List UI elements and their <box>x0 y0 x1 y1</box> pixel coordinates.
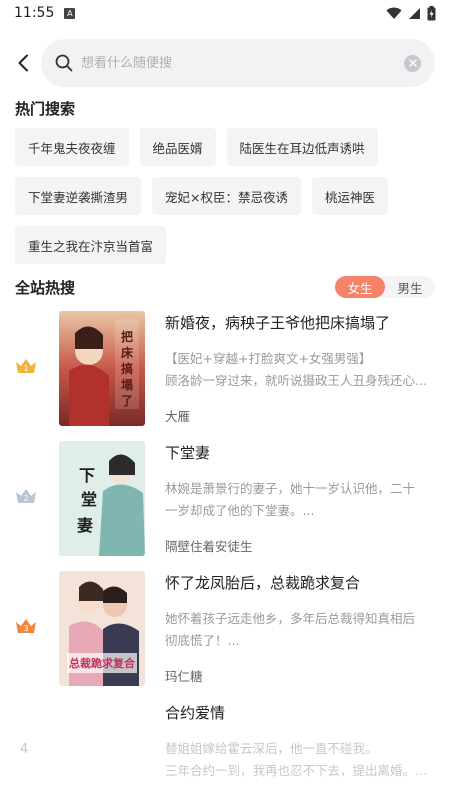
search-input[interactable] <box>81 55 404 71</box>
rank-number: 1 <box>23 364 28 373</box>
rank-2-badge: 2 <box>14 486 38 506</box>
book-desc-line: 【医妃+穿越+打脸爽文+女强男强】 <box>165 351 372 366</box>
gender-female-tab[interactable]: 女生 <box>335 276 385 298</box>
rank-3-badge: 3 <box>14 616 38 636</box>
clear-button[interactable] <box>404 54 421 72</box>
svg-text:塌: 塌 <box>121 377 133 392</box>
svg-text:堂: 堂 <box>81 490 97 509</box>
hot-tag[interactable]: 桃运神医 <box>312 177 389 215</box>
gender-male-tab[interactable]: 男生 <box>385 276 435 298</box>
hot-tag[interactable]: 千年鬼夫夜夜缠 <box>15 128 129 166</box>
svg-text:下: 下 <box>79 466 95 485</box>
book-cover-art: 总裁跪求复合 <box>59 571 145 686</box>
hot-tag[interactable]: 重生之我在汴京当首富 <box>15 226 167 264</box>
book-author: 隔壁住着安徒生 <box>165 539 253 554</box>
gold-crown-icon: 1 <box>16 359 36 373</box>
book-desc-line: 顾洛龄一穿过来，就听说摄政王人丑身残还心... <box>165 373 427 388</box>
svg-text:搞: 搞 <box>121 361 133 376</box>
silver-crown-icon: 2 <box>16 489 36 503</box>
hot-tag[interactable]: 宠妃×权臣：禁忌夜诱 <box>152 177 301 215</box>
book-title: 合约爱情 <box>165 704 226 722</box>
hot-search-title: 热门搜索 <box>15 100 76 118</box>
hot-tag[interactable]: 陆医生在耳边低声诱哄 <box>226 128 378 166</box>
book-cover-art: 把 床 搞 塌 了 <box>59 311 145 426</box>
close-icon <box>408 59 417 67</box>
status-bar: 11:55 A <box>0 0 450 26</box>
book-title: 新婚夜，病秧子王爷他把床搞塌了 <box>165 314 391 332</box>
svg-text:妻: 妻 <box>77 516 93 535</box>
rank-number: 2 <box>23 494 28 503</box>
book-cover[interactable]: 把 床 搞 塌 了 <box>59 311 145 426</box>
book-item[interactable]: 2 下 堂 妻 下堂妻 林婉是萧景行的妻子，她十一岁认识他，二十 一岁却成了他的… <box>0 438 450 568</box>
book-desc-line: 一岁却成了他的下堂妻。... <box>165 503 315 518</box>
rank-list: 1 把 床 搞 塌 了 新婚夜，病秧子王爷他把床搞塌了 【医妃+穿越+打脸爽文+… <box>0 308 450 800</box>
chevron-left-icon <box>18 54 28 72</box>
search-icon <box>55 54 73 72</box>
hot-search-tags: 千年鬼夫夜夜缠 绝品医婿 陆医生在耳边低声诱哄 下堂妻逆袭撕渣男 宠妃×权臣：禁… <box>15 128 440 264</box>
search-row <box>0 38 450 90</box>
book-description: 林婉是萧景行的妻子，她十一岁认识他，二十 一岁却成了他的下堂妻。... <box>165 478 435 522</box>
book-author: 玛仁糖 <box>165 669 203 684</box>
hot-tag[interactable]: 绝品医婿 <box>139 128 216 166</box>
back-button[interactable] <box>10 50 36 76</box>
wifi-icon <box>386 7 402 19</box>
book-author: 大雁 <box>165 409 191 424</box>
hot-tag[interactable]: 下堂妻逆袭撕渣男 <box>15 177 142 215</box>
svg-text:了: 了 <box>121 394 133 408</box>
gender-toggle: 女生 男生 <box>335 276 435 298</box>
book-cover[interactable]: 下 堂 妻 <box>59 441 145 556</box>
book-description: 替姐姐嫁给霍云深后，他一直不碰我。 三年合约一到，我再也忍不下去，提出离婚。..… <box>165 738 435 782</box>
book-desc-line: 她怀着孩子远走他乡，多年后总裁得知真相后 <box>165 611 416 626</box>
svg-text:总裁跪求复合: 总裁跪求复合 <box>69 656 136 670</box>
book-desc-line: 彻底慌了！... <box>165 633 240 648</box>
bronze-crown-icon: 3 <box>16 619 36 633</box>
battery-icon <box>427 5 436 20</box>
notification-icon: A <box>64 7 76 19</box>
book-title: 怀了龙凤胎后，总裁跪求复合 <box>165 574 361 592</box>
book-cover[interactable]: 总裁跪求复合 <box>59 571 145 686</box>
book-desc-line: 三年合约一到，我再也忍不下去，提出离婚。... <box>165 763 427 778</box>
status-icons <box>386 5 436 21</box>
book-item[interactable]: 4 合约爱情 替姐姐嫁给霍云深后，他一直不碰我。 三年合约一到，我再也忍不下去，… <box>0 698 450 800</box>
book-description: 【医妃+穿越+打脸爽文+女强男强】 顾洛龄一穿过来，就听说摄政王人丑身残还心..… <box>165 348 435 392</box>
signal-icon <box>409 7 420 19</box>
rank-1-badge: 1 <box>14 356 38 376</box>
book-desc-line: 替姐姐嫁给霍云深后，他一直不碰我。 <box>165 741 378 756</box>
book-item[interactable]: 1 把 床 搞 塌 了 新婚夜，病秧子王爷他把床搞塌了 【医妃+穿越+打脸爽文+… <box>0 308 450 438</box>
book-desc-line: 林婉是萧景行的妻子，她十一岁认识他，二十 <box>165 481 416 496</box>
rank-number: 4 <box>20 742 29 757</box>
book-item[interactable]: 3 总裁跪求复合 怀了龙凤胎后，总裁跪求复合 她怀着孩子远走他乡，多年后总裁得知… <box>0 568 450 698</box>
svg-text:床: 床 <box>121 345 134 360</box>
svg-text:把: 把 <box>121 329 133 344</box>
rank-number: 3 <box>23 624 28 633</box>
book-cover-art: 下 堂 妻 <box>59 441 145 556</box>
site-hot-title: 全站热搜 <box>15 279 76 297</box>
search-box[interactable] <box>41 39 435 87</box>
book-title: 下堂妻 <box>165 444 211 462</box>
book-description: 她怀着孩子远走他乡，多年后总裁得知真相后 彻底慌了！... <box>165 608 435 652</box>
status-time: 11:55 <box>14 5 55 21</box>
